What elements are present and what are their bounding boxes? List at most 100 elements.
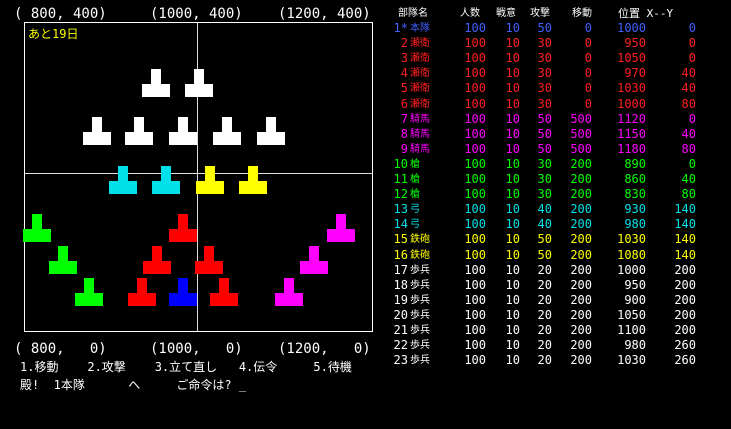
roster-row[interactable]: 15 鉄砲 100 10 50 200 1030 140 — [380, 232, 731, 247]
roster-row[interactable]: 7 騎馬 100 10 50 500 1120 0 — [380, 112, 731, 127]
command-menu[interactable]: 1.移動 2.攻撃 3.立て直し 4.伝令 5.待機 — [20, 358, 352, 375]
roster-cell-x: 1000 — [617, 262, 646, 277]
roster-row[interactable]: 8 騎馬 100 10 50 500 1150 40 — [380, 127, 731, 142]
roster-cell-mv: 200 — [570, 172, 592, 187]
roster-cell-name: 歩兵 — [410, 294, 430, 306]
coord-bottom-right: (1200, 0) — [278, 341, 371, 357]
roster-cell-name: 本隊 — [410, 23, 430, 35]
roster-row[interactable]: 11 槍 100 10 30 200 860 40 — [380, 172, 731, 187]
unit-marker[interactable] — [152, 166, 180, 194]
roster-cell-m: 10 — [505, 111, 520, 126]
roster-row[interactable]: 20 歩兵 100 10 20 200 1050 200 — [380, 308, 731, 323]
roster-row[interactable]: 13 弓 100 10 40 200 930 140 — [380, 202, 731, 217]
battlefield-map[interactable]: あと19日 — [23, 22, 373, 332]
roster-cell-x: 930 — [624, 202, 646, 217]
roster-row[interactable]: 1* 本隊 100 10 50 0 1000 0 — [380, 21, 731, 36]
roster-cell-x: 830 — [624, 187, 646, 202]
roster-row[interactable]: 14 弓 100 10 40 200 980 140 — [380, 217, 731, 232]
roster-rows: 1* 本隊 100 10 50 0 1000 0 2 瀬衛 100 10 30 0 950 0 3 瀬衛 100 10… — [380, 21, 731, 368]
roster-cell-id: 1* — [393, 21, 408, 36]
roster-cell-a: 30 — [537, 81, 552, 96]
roster-cell-name: 弓 — [410, 204, 420, 216]
roster-row[interactable]: 18 歩兵 100 10 20 200 950 200 — [380, 278, 731, 293]
roster-cell-m: 10 — [505, 21, 520, 36]
unit-marker[interactable] — [49, 246, 77, 274]
roster-cell-n: 100 — [464, 51, 486, 66]
roster-cell-a: 30 — [537, 96, 552, 111]
roster-row[interactable]: 10 槍 100 10 30 200 890 0 — [380, 157, 731, 172]
roster-cell-name: 歩兵 — [410, 340, 430, 352]
roster-cell-n: 100 — [464, 141, 486, 156]
unit-marker[interactable] — [196, 166, 224, 194]
roster-row[interactable]: 6 瀬衛 100 10 30 0 1000 80 — [380, 97, 731, 112]
roster-cell-id: 4 — [400, 66, 408, 81]
unit-marker[interactable] — [239, 166, 267, 194]
unit-marker[interactable] — [128, 278, 156, 306]
roster-cell-m: 10 — [505, 51, 520, 66]
roster-cell-a: 30 — [537, 51, 552, 66]
command-prompt[interactable]: 殿! 1本隊 へ ご命令は? _ — [20, 376, 246, 393]
roster-cell-id: 11 — [393, 172, 408, 187]
unit-marker[interactable] — [210, 278, 238, 306]
roster-cell-id: 10 — [393, 156, 408, 171]
roster-row[interactable]: 4 瀬衛 100 10 30 0 970 40 — [380, 66, 731, 81]
roster-cell-mv: 0 — [584, 96, 592, 111]
roster-cell-x: 950 — [624, 277, 646, 292]
header-attack: 攻撃 — [530, 8, 550, 19]
unit-marker[interactable] — [169, 117, 197, 145]
roster-cell-y: 40 — [681, 126, 696, 141]
unit-marker[interactable] — [109, 166, 137, 194]
unit-base — [152, 181, 180, 194]
roster-row[interactable]: 19 歩兵 100 10 20 200 900 200 — [380, 293, 731, 308]
roster-cell-mv: 200 — [570, 156, 592, 171]
roster-row[interactable]: 16 鉄砲 100 10 50 200 1080 140 — [380, 248, 731, 263]
roster-cell-id: 3 — [400, 51, 408, 66]
roster-cell-x: 1120 — [617, 111, 646, 126]
roster-cell-name: 鉄砲 — [410, 249, 430, 261]
roster-cell-y: 200 — [674, 262, 696, 277]
unit-marker[interactable] — [169, 214, 197, 242]
unit-marker[interactable] — [195, 246, 223, 274]
unit-marker[interactable] — [213, 117, 241, 145]
coord-bottom-center: (1000, 0) — [150, 341, 243, 357]
unit-marker[interactable] — [83, 117, 111, 145]
roster-row[interactable]: 2 瀬衛 100 10 30 0 950 0 — [380, 36, 731, 51]
roster-row[interactable]: 5 瀬衛 100 10 30 0 1030 40 — [380, 81, 731, 96]
unit-marker[interactable] — [257, 117, 285, 145]
unit-marker[interactable] — [275, 278, 303, 306]
unit-marker[interactable] — [185, 69, 213, 97]
unit-marker[interactable] — [142, 69, 170, 97]
roster-cell-mv: 200 — [570, 187, 592, 202]
roster-cell-name: 歩兵 — [410, 264, 430, 276]
unit-marker[interactable] — [143, 246, 171, 274]
roster-row[interactable]: 22 歩兵 100 10 20 200 980 260 — [380, 338, 731, 353]
roster-row[interactable]: 21 歩兵 100 10 20 200 1100 200 — [380, 323, 731, 338]
roster-cell-mv: 0 — [584, 51, 592, 66]
roster-cell-n: 100 — [464, 96, 486, 111]
unit-marker[interactable] — [75, 278, 103, 306]
roster-row[interactable]: 17 歩兵 100 10 20 200 1000 200 — [380, 263, 731, 278]
roster-cell-a: 50 — [537, 232, 552, 247]
roster-cell-a: 20 — [537, 277, 552, 292]
unit-marker[interactable] — [125, 117, 153, 145]
roster-cell-y: 0 — [688, 111, 696, 126]
roster-cell-a: 20 — [537, 338, 552, 353]
unit-base — [327, 229, 355, 242]
roster-cell-a: 50 — [537, 141, 552, 156]
unit-marker[interactable] — [300, 246, 328, 274]
roster-row[interactable]: 3 瀬衛 100 10 30 0 1050 0 — [380, 51, 731, 66]
roster-cell-name: 騎馬 — [410, 113, 430, 125]
unit-marker[interactable] — [23, 214, 51, 242]
unit-marker[interactable] — [327, 214, 355, 242]
roster-cell-name: 弓 — [410, 219, 420, 231]
roster-row[interactable]: 12 槍 100 10 30 200 830 80 — [380, 187, 731, 202]
roster-row[interactable]: 23 歩兵 100 10 20 200 1030 260 — [380, 353, 731, 368]
roster-cell-y: 260 — [674, 338, 696, 353]
roster-row[interactable]: 9 騎馬 100 10 50 500 1180 80 — [380, 142, 731, 157]
roster-cell-name: 歩兵 — [410, 355, 430, 367]
roster-cell-name: 瀬衛 — [410, 68, 430, 80]
roster-cell-id: 8 — [400, 126, 408, 141]
unit-base — [257, 132, 285, 145]
unit-base — [213, 132, 241, 145]
unit-marker[interactable] — [169, 278, 197, 306]
